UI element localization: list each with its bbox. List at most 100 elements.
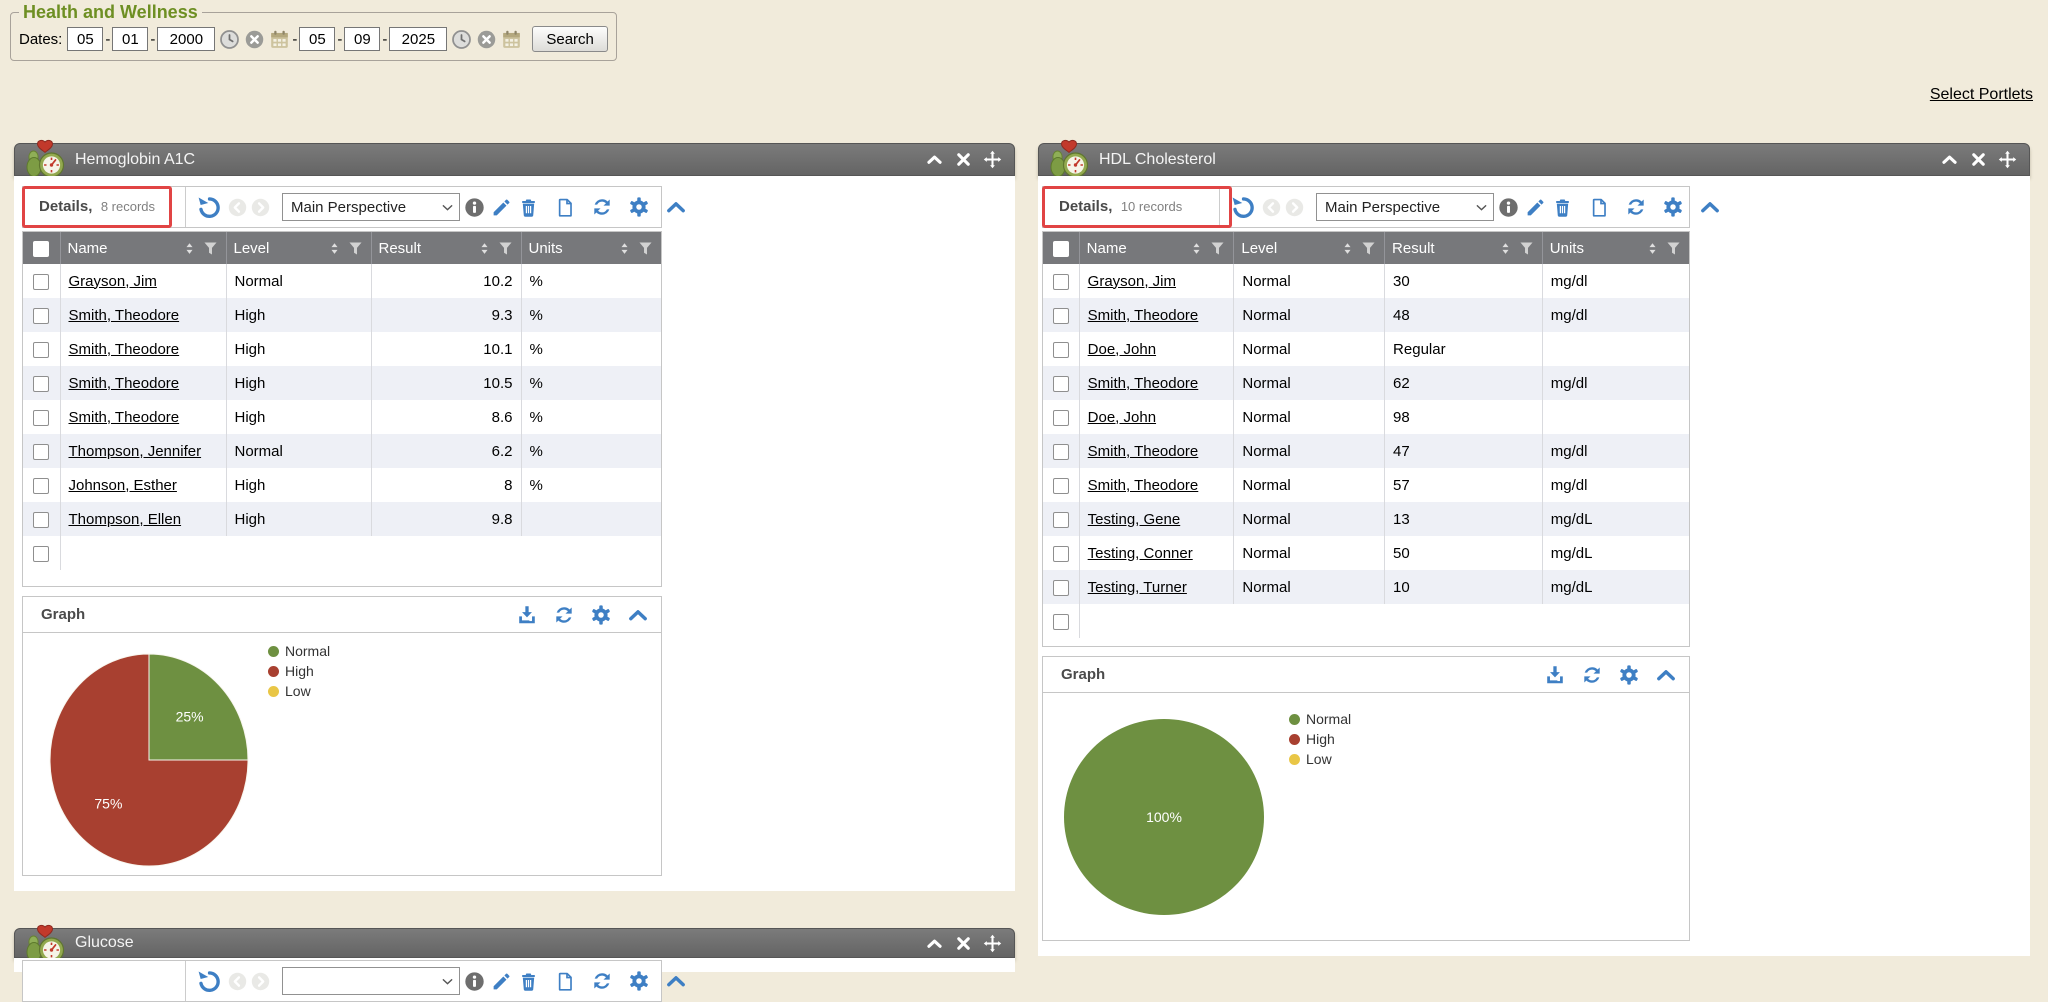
patient-link[interactable]: Smith, Theodore (1088, 443, 1199, 460)
sort-icon[interactable] (617, 241, 632, 256)
from-day-field[interactable] (112, 27, 148, 51)
row-checkbox[interactable] (1053, 410, 1069, 426)
row-checkbox[interactable] (33, 342, 49, 358)
new-document-icon[interactable] (555, 971, 576, 992)
patient-link[interactable]: Testing, Conner (1088, 545, 1193, 562)
gear-icon[interactable] (590, 604, 612, 626)
patient-link[interactable]: Testing, Turner (1088, 579, 1187, 596)
close-icon[interactable] (954, 934, 973, 953)
patient-link[interactable]: Smith, Theodore (69, 307, 180, 324)
row-checkbox[interactable] (33, 512, 49, 528)
row-checkbox[interactable] (33, 444, 49, 460)
refresh-icon[interactable] (1625, 196, 1647, 218)
edit-icon[interactable] (1525, 197, 1546, 218)
sort-icon[interactable] (327, 241, 342, 256)
to-calendar-icon[interactable] (501, 29, 522, 50)
sort-icon[interactable] (1645, 241, 1660, 256)
patient-link[interactable]: Thompson, Ellen (69, 511, 182, 528)
move-icon[interactable] (983, 150, 1002, 169)
prev-icon[interactable] (228, 972, 247, 991)
move-icon[interactable] (1998, 150, 2017, 169)
column-header-name[interactable]: Name (60, 232, 226, 264)
patient-link[interactable]: Smith, Theodore (1088, 375, 1199, 392)
from-clear-icon[interactable] (244, 29, 265, 50)
new-document-icon[interactable] (555, 197, 576, 218)
close-icon[interactable] (1969, 150, 1988, 169)
row-checkbox[interactable] (33, 546, 49, 562)
search-button[interactable]: Search (532, 26, 608, 52)
new-document-icon[interactable] (1589, 197, 1610, 218)
patient-link[interactable]: Grayson, Jim (1088, 273, 1176, 290)
column-header-units[interactable]: Units (521, 232, 661, 264)
patient-link[interactable]: Grayson, Jim (69, 273, 157, 290)
column-header-result[interactable]: Result (1385, 232, 1543, 264)
patient-link[interactable]: Smith, Theodore (69, 409, 180, 426)
sort-icon[interactable] (477, 241, 492, 256)
perspective-select[interactable] (282, 967, 460, 995)
close-icon[interactable] (954, 150, 973, 169)
patient-link[interactable]: Johnson, Esther (69, 477, 177, 494)
column-header-level[interactable]: Level (226, 232, 371, 264)
row-checkbox[interactable] (1053, 478, 1069, 494)
patient-link[interactable]: Testing, Gene (1088, 511, 1181, 528)
next-icon[interactable] (1285, 198, 1304, 217)
to-clear-icon[interactable] (476, 29, 497, 50)
edit-icon[interactable] (491, 971, 512, 992)
row-checkbox[interactable] (1053, 376, 1069, 392)
filter-icon[interactable] (202, 240, 219, 257)
from-time-icon[interactable] (219, 29, 240, 50)
move-icon[interactable] (983, 934, 1002, 953)
from-calendar-icon[interactable] (269, 29, 290, 50)
collapse-icon[interactable] (1940, 150, 1959, 169)
delete-icon[interactable] (518, 971, 539, 992)
sort-icon[interactable] (182, 241, 197, 256)
row-checkbox[interactable] (33, 376, 49, 392)
select-all-checkbox[interactable] (1053, 241, 1069, 257)
filter-icon[interactable] (497, 240, 514, 257)
row-checkbox[interactable] (33, 274, 49, 290)
gear-icon[interactable] (628, 970, 650, 992)
row-checkbox[interactable] (1053, 546, 1069, 562)
row-checkbox[interactable] (1053, 444, 1069, 460)
collapse-icon[interactable] (925, 150, 944, 169)
portlet-title-bar[interactable]: HDL Cholesterol (1038, 143, 2030, 176)
sort-icon[interactable] (1498, 241, 1513, 256)
gear-icon[interactable] (1662, 196, 1684, 218)
collapse-section-icon[interactable] (665, 970, 687, 992)
column-header-result[interactable]: Result (371, 232, 521, 264)
row-checkbox[interactable] (1053, 512, 1069, 528)
to-day-field[interactable] (344, 27, 380, 51)
patient-link[interactable]: Smith, Theodore (69, 341, 180, 358)
filter-icon[interactable] (1360, 240, 1377, 257)
filter-icon[interactable] (1518, 240, 1535, 257)
undo-icon[interactable] (196, 968, 222, 994)
filter-icon[interactable] (347, 240, 364, 257)
to-time-icon[interactable] (451, 29, 472, 50)
patient-link[interactable]: Doe, John (1088, 341, 1156, 358)
column-header-level[interactable]: Level (1234, 232, 1385, 264)
perspective-select[interactable]: Main Perspective (282, 193, 460, 221)
download-icon[interactable] (1544, 664, 1566, 686)
undo-icon[interactable] (1230, 194, 1256, 220)
sort-icon[interactable] (1189, 241, 1204, 256)
collapse-section-icon[interactable] (1699, 196, 1721, 218)
sort-icon[interactable] (1340, 241, 1355, 256)
row-checkbox[interactable] (33, 410, 49, 426)
collapse-icon[interactable] (925, 934, 944, 953)
filter-icon[interactable] (637, 240, 654, 257)
filter-icon[interactable] (1665, 240, 1682, 257)
gear-icon[interactable] (1618, 664, 1640, 686)
row-checkbox[interactable] (1053, 274, 1069, 290)
next-icon[interactable] (251, 198, 270, 217)
collapse-section-icon[interactable] (1655, 664, 1677, 686)
gear-icon[interactable] (628, 196, 650, 218)
to-month-field[interactable] (299, 27, 335, 51)
prev-icon[interactable] (228, 198, 247, 217)
patient-link[interactable]: Thompson, Jennifer (69, 443, 202, 460)
patient-link[interactable]: Smith, Theodore (1088, 307, 1199, 324)
next-icon[interactable] (251, 972, 270, 991)
info-icon[interactable] (1498, 197, 1519, 218)
collapse-section-icon[interactable] (627, 604, 649, 626)
refresh-icon[interactable] (1581, 664, 1603, 686)
refresh-icon[interactable] (591, 196, 613, 218)
